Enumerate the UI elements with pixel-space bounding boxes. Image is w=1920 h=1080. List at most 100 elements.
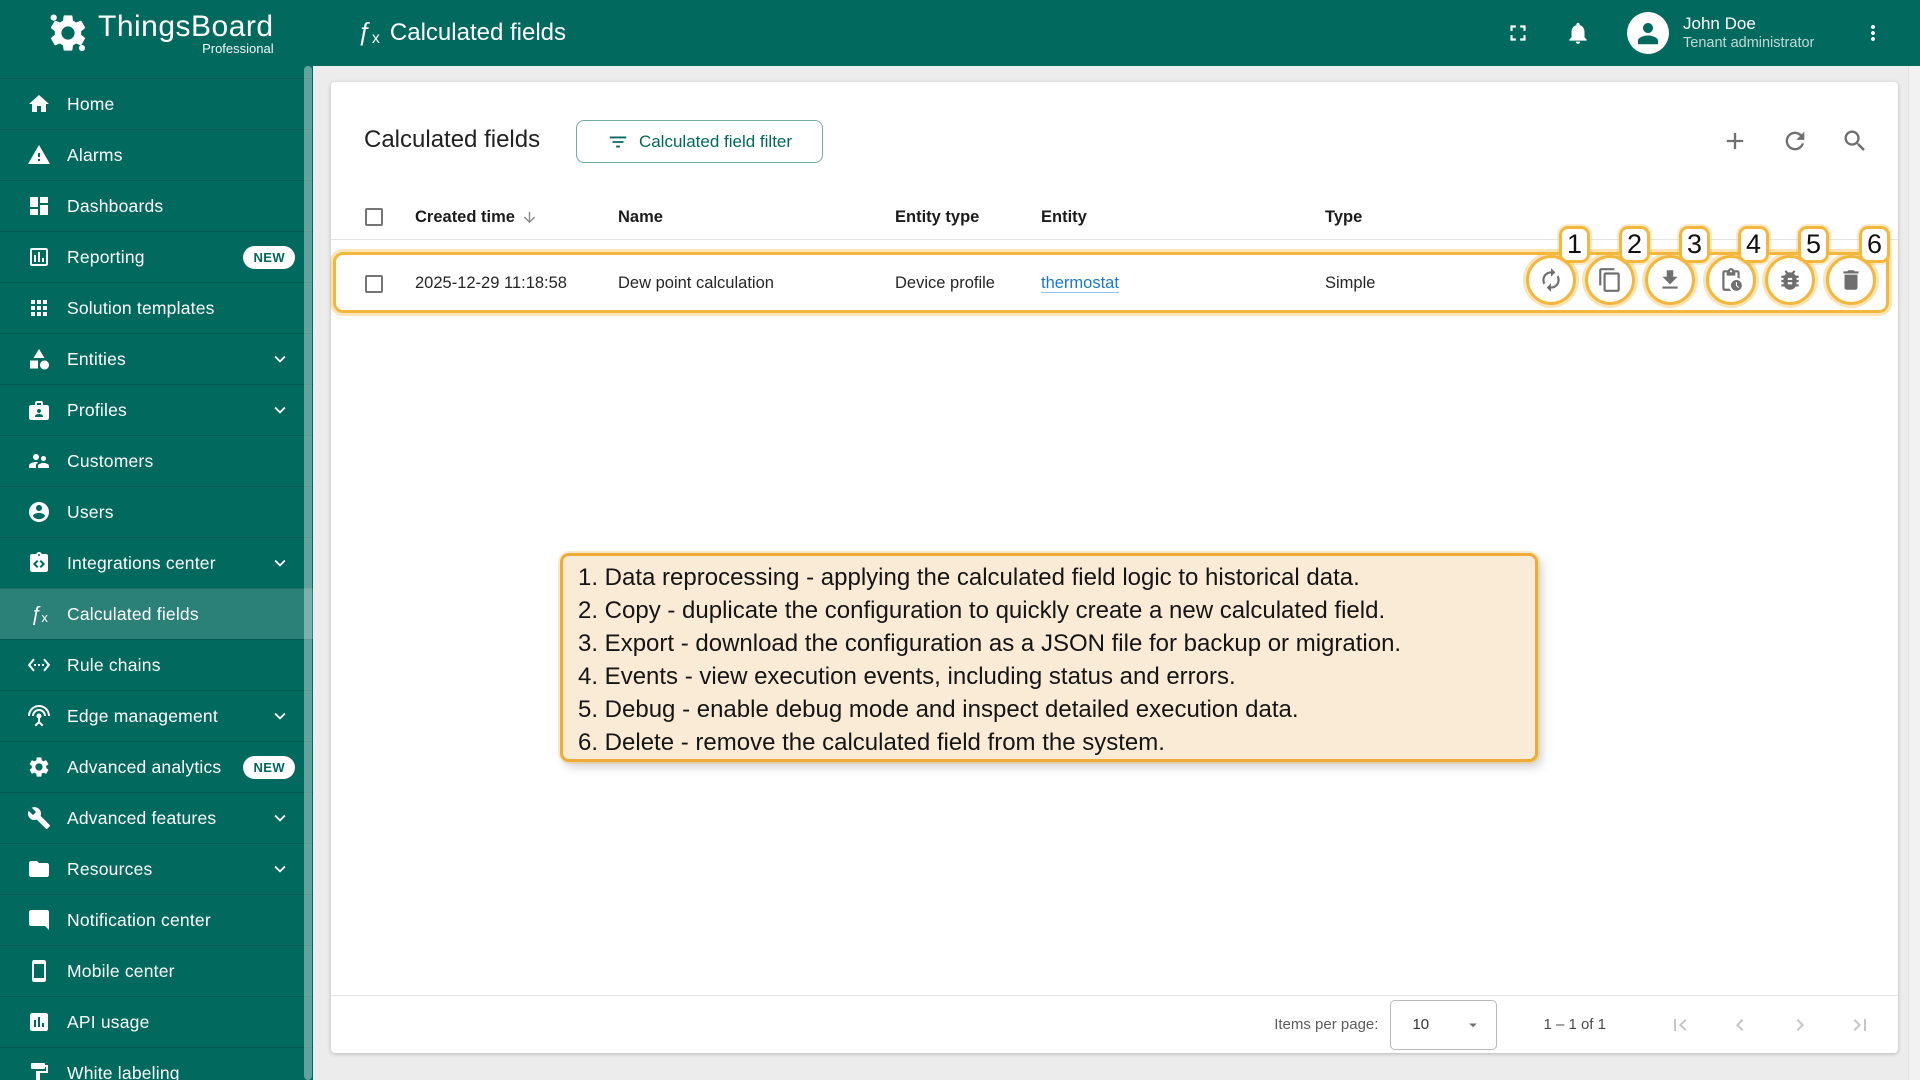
avatar-person-icon [1633,18,1663,48]
next-page-button[interactable] [1788,1013,1812,1037]
sidebar-item-rule-chains[interactable]: Rule chains [0,639,313,690]
sort-descending-icon [521,209,538,226]
sidebar-item-dashboards[interactable]: Dashboards [0,180,313,231]
page-title: ƒx Calculated fields [357,0,566,66]
sidebar-item-label: Advanced features [67,808,216,829]
sidebar-item-label: Alarms [67,145,123,166]
white-labeling-icon [27,1061,51,1080]
annotation-line: 6. Delete - remove the calculated field … [578,726,1535,759]
sidebar-item-white-labeling[interactable]: White labeling [0,1047,313,1080]
column-header-created-time[interactable]: Created time [415,208,618,227]
notifications-bell-icon[interactable] [1565,20,1591,46]
action-number-callout-3: 3 [1679,226,1710,263]
chevron-down-icon [269,552,291,574]
sidebar-item-edge-management[interactable]: Edge management [0,690,313,741]
user-avatar[interactable] [1627,12,1669,54]
select-all-checkbox[interactable] [365,208,383,226]
dropdown-caret-icon [1464,1016,1482,1034]
logo-subtext: Professional [202,41,274,56]
sidebar-item-label: Entities [67,349,126,370]
sidebar-item-solution-templates[interactable]: Solution templates [0,282,313,333]
sidebar-item-label: Dashboards [67,196,163,217]
search-button[interactable] [1841,127,1869,155]
sidebar-item-label: Solution templates [67,298,215,319]
action-number-callout-4: 4 [1738,226,1769,263]
sidebar-item-label: Integrations center [67,553,216,574]
sidebar-item-label: Home [67,94,114,115]
first-page-button[interactable] [1668,1013,1692,1037]
new-badge: NEW [243,756,295,779]
sidebar-item-resources[interactable]: Resources [0,843,313,894]
calculated-fields-fx-icon: ƒx [357,18,380,48]
table-header-row: Created time Name Entity type Entity Typ… [331,195,1898,240]
action-number-callout-5: 5 [1798,226,1829,263]
profiles-icon [27,398,51,422]
user-info[interactable]: John Doe Tenant administrator [1683,13,1835,53]
add-button[interactable] [1721,127,1749,155]
sidebar-item-home[interactable]: Home [0,78,313,129]
chevron-down-icon [269,399,291,421]
thingsboard-gear-icon [46,11,90,55]
cell-entity-type: Device profile [895,274,1041,293]
entities-icon [27,347,51,371]
sidebar-item-profiles[interactable]: Profiles [0,384,313,435]
debug-icon [1777,267,1803,293]
fullscreen-icon[interactable] [1505,20,1531,46]
topbar-actions: John Doe Tenant administrator [1505,0,1920,66]
sidebar-scrollbar[interactable] [304,66,312,1080]
annotation-line: 4. Events - view execution events, inclu… [578,660,1535,693]
sidebar-item-customers[interactable]: Customers [0,435,313,486]
last-page-button[interactable] [1848,1013,1872,1037]
action-number-callout-1: 1 [1559,226,1590,263]
rule-chains-icon [27,653,51,677]
sidebar-item-label: Reporting [67,247,145,268]
window-scrollbar[interactable] [1908,66,1920,1080]
sidebar-item-advanced-analytics[interactable]: Advanced analytics NEW [0,741,313,792]
action-number-callout-2: 2 [1619,226,1650,263]
sidebar-item-api-usage[interactable]: API usage [0,996,313,1047]
sidebar-item-calculated-fields[interactable]: ƒxCalculated fields [0,588,313,639]
advanced-features-icon [27,806,51,830]
kebab-menu-icon[interactable] [1861,21,1885,45]
previous-page-button[interactable] [1728,1013,1752,1037]
column-header-entity-type[interactable]: Entity type [895,208,1041,227]
entity-link[interactable]: thermostat [1041,274,1119,292]
notification-center-icon [27,908,51,932]
sidebar-item-mobile-center[interactable]: Mobile center [0,945,313,996]
delete-icon [1838,267,1864,293]
sidebar-item-users[interactable]: Users [0,486,313,537]
thingsboard-logo[interactable]: ThingsBoard Professional [46,0,274,66]
filter-icon [607,131,629,153]
column-header-name[interactable]: Name [618,208,895,227]
column-header-entity[interactable]: Entity [1041,208,1325,227]
sidebar-item-label: Calculated fields [67,604,199,625]
users-icon [27,500,51,524]
sidebar-item-entities[interactable]: Entities [0,333,313,384]
column-header-type[interactable]: Type [1325,208,1898,227]
sidebar-item-alarms[interactable]: Alarms [0,129,313,180]
home-icon [27,92,51,116]
pagination-range: 1 – 1 of 1 [1543,1016,1606,1033]
cell-created-time: 2025-12-29 11:18:58 [415,274,618,293]
calculated-field-filter-button[interactable]: Calculated field filter [576,120,823,163]
row-checkbox[interactable] [365,275,383,293]
sidebar-item-label: Rule chains [67,655,161,676]
reprocess-icon [1538,267,1564,293]
api-usage-icon [27,1010,51,1034]
page-title-label: Calculated fields [390,19,566,47]
calculated-fields-card: Calculated fields Calculated field filte… [331,82,1898,1053]
sidebar-item-label: Advanced analytics [67,757,221,778]
filter-button-label: Calculated field filter [639,132,792,152]
user-name: John Doe [1683,13,1835,34]
sidebar-item-reporting[interactable]: ReportingNEW [0,231,313,282]
top-header: ThingsBoard Professional ƒx Calculated f… [0,0,1920,66]
sidebar-item-notification-center[interactable]: Notification center [0,894,313,945]
cell-name: Dew point calculation [618,274,895,293]
refresh-button[interactable] [1781,127,1809,155]
main-content: Calculated fields Calculated field filte… [313,66,1920,1080]
sidebar-item-label: Notification center [67,910,211,931]
sidebar-item-advanced-features[interactable]: Advanced features [0,792,313,843]
sidebar-item-integrations-center[interactable]: Integrations center [0,537,313,588]
items-per-page-select[interactable]: 10 [1390,1000,1497,1050]
sidebar-item-label: Users [67,502,114,523]
